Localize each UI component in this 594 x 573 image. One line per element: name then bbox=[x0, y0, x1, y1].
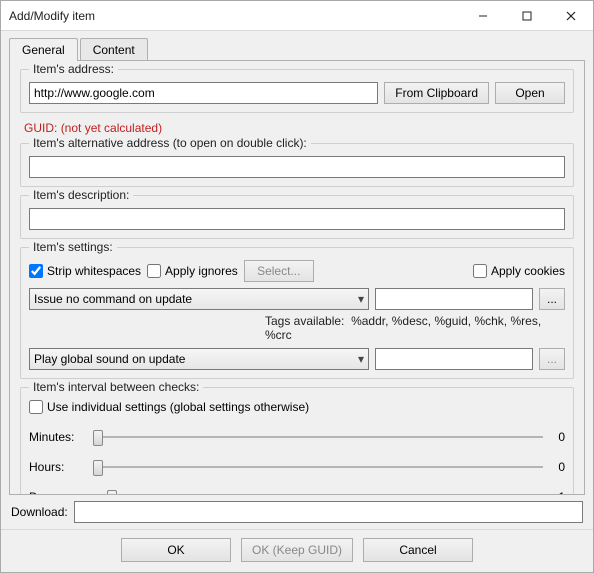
dialog-window: Add/Modify item General Content Item's a… bbox=[0, 0, 594, 573]
command-on-update-select[interactable]: Issue no command on update ▾ bbox=[29, 288, 369, 310]
close-button[interactable] bbox=[549, 1, 593, 31]
ok-keep-guid-button[interactable]: OK (Keep GUID) bbox=[241, 538, 353, 562]
chevron-down-icon: ▾ bbox=[358, 292, 364, 306]
guid-status: GUID: (not yet calculated) bbox=[24, 121, 574, 135]
settings-legend: Item's settings: bbox=[29, 240, 117, 254]
group-description: Item's description: bbox=[20, 195, 574, 239]
alt-address-legend: Item's alternative address (to open on d… bbox=[29, 136, 311, 150]
alt-address-input[interactable] bbox=[29, 156, 565, 178]
browse-command-button[interactable]: ... bbox=[539, 288, 565, 310]
use-individual-checkbox[interactable]: Use individual settings (global settings… bbox=[29, 400, 309, 414]
minutes-label: Minutes: bbox=[29, 430, 85, 444]
tab-content[interactable]: Content bbox=[80, 38, 148, 61]
minutes-slider-row: Minutes: 0 bbox=[29, 427, 565, 447]
hours-value: 0 bbox=[551, 460, 565, 474]
apply-ignores-checkbox[interactable]: Apply ignores bbox=[147, 264, 238, 278]
tab-general[interactable]: General bbox=[9, 38, 78, 61]
days-value: 1 bbox=[551, 490, 565, 495]
days-label: Days: bbox=[29, 490, 85, 495]
titlebar: Add/Modify item bbox=[1, 1, 593, 31]
tab-strip: General Content bbox=[1, 31, 593, 60]
tab-general-label: General bbox=[22, 43, 65, 57]
hours-slider[interactable] bbox=[93, 457, 543, 477]
open-button[interactable]: Open bbox=[495, 82, 565, 104]
maximize-button[interactable] bbox=[505, 1, 549, 31]
strip-whitespaces-checkbox[interactable]: Strip whitespaces bbox=[29, 264, 141, 278]
description-legend: Item's description: bbox=[29, 188, 133, 202]
sound-on-update-select[interactable]: Play global sound on update ▾ bbox=[29, 348, 369, 370]
sound-path-input[interactable] bbox=[375, 348, 533, 370]
window-title: Add/Modify item bbox=[9, 9, 461, 23]
download-row: Download: bbox=[1, 495, 593, 529]
minimize-button[interactable] bbox=[461, 1, 505, 31]
browse-sound-button[interactable]: ... bbox=[539, 348, 565, 370]
minutes-value: 0 bbox=[551, 430, 565, 444]
description-input[interactable] bbox=[29, 208, 565, 230]
group-settings: Item's settings: Strip whitespaces Apply… bbox=[20, 247, 574, 379]
download-progress bbox=[74, 501, 583, 523]
days-slider-row: Days: 1 bbox=[29, 487, 565, 495]
command-args-input[interactable] bbox=[375, 288, 533, 310]
minimize-icon bbox=[478, 11, 488, 21]
close-icon bbox=[566, 11, 576, 21]
group-alt-address: Item's alternative address (to open on d… bbox=[20, 143, 574, 187]
from-clipboard-button[interactable]: From Clipboard bbox=[384, 82, 489, 104]
tags-available-line: Tags available: %addr, %desc, %guid, %ch… bbox=[29, 314, 565, 342]
group-interval: Item's interval between checks: Use indi… bbox=[20, 387, 574, 495]
hours-label: Hours: bbox=[29, 460, 85, 474]
maximize-icon bbox=[522, 11, 532, 21]
address-input[interactable] bbox=[29, 82, 378, 104]
dialog-buttons: OK OK (Keep GUID) Cancel bbox=[1, 529, 593, 572]
download-label: Download: bbox=[11, 505, 68, 519]
apply-cookies-checkbox[interactable]: Apply cookies bbox=[473, 264, 565, 278]
hours-slider-row: Hours: 0 bbox=[29, 457, 565, 477]
cancel-button[interactable]: Cancel bbox=[363, 538, 473, 562]
ok-button[interactable]: OK bbox=[121, 538, 231, 562]
tab-panel-general: Item's address: From Clipboard Open GUID… bbox=[9, 60, 585, 495]
interval-legend: Item's interval between checks: bbox=[29, 380, 203, 394]
days-slider[interactable] bbox=[93, 487, 543, 495]
group-address: Item's address: From Clipboard Open bbox=[20, 69, 574, 113]
tab-content-label: Content bbox=[93, 43, 135, 57]
address-legend: Item's address: bbox=[29, 62, 118, 76]
chevron-down-icon: ▾ bbox=[358, 352, 364, 366]
minutes-slider[interactable] bbox=[93, 427, 543, 447]
select-ignores-button[interactable]: Select... bbox=[244, 260, 314, 282]
